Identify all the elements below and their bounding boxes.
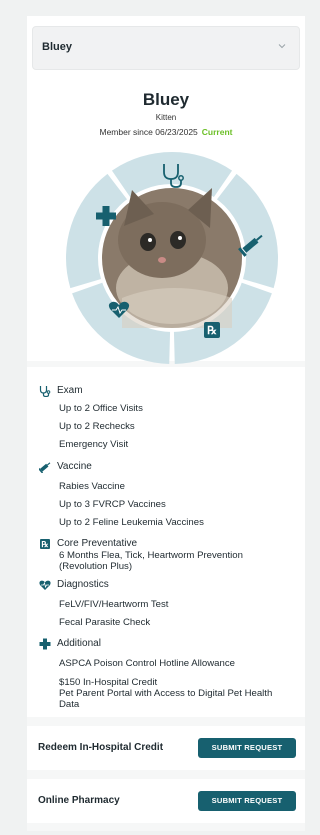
membership-line: Member since 06/23/2025 Current <box>27 127 305 137</box>
cross-icon <box>39 638 51 650</box>
syringe-icon <box>39 462 51 473</box>
benefit-item: 6 Months Flea, Tick, Heartworm Preventio… <box>59 550 243 572</box>
pet-selector-value: Bluey <box>42 41 72 53</box>
benefit-item: Rabies Vaccine <box>59 481 125 492</box>
benefit-group-exam: Exam <box>39 385 83 397</box>
benefit-item: Up to 2 Feline Leukemia Vaccines <box>59 517 204 528</box>
benefit-group-core-preventative: ℞ Core Preventative <box>39 538 137 550</box>
benefit-item: Up to 2 Office Visits <box>59 403 143 414</box>
pet-type: Kitten <box>155 113 177 122</box>
pet-name: Bluey <box>142 90 190 109</box>
online-pharmacy-card: Online Pharmacy SUBMIT REQUEST <box>27 779 305 823</box>
benefit-group-additional: Additional <box>39 638 101 650</box>
benefit-item: FeLV/FIV/Heartworm Test <box>59 599 169 610</box>
benefit-group-title: Core Preventative <box>57 538 138 549</box>
benefit-group-title: Vaccine <box>57 461 92 472</box>
membership-status-badge: Current <box>201 127 233 137</box>
benefit-item: Pet Parent Portal with Access to Digital… <box>59 688 273 710</box>
benefit-item: $150 In-Hospital Credit <box>59 677 158 688</box>
benefit-group-vaccine: Vaccine <box>39 461 92 473</box>
benefit-item: ASPCA Poison Control Hotline Allowance <box>59 658 235 669</box>
pharmacy-submit-request-button[interactable]: SUBMIT REQUEST <box>198 791 296 811</box>
benefit-group-title: Exam <box>57 385 83 396</box>
online-pharmacy-label: Online Pharmacy <box>38 795 120 806</box>
svg-text:℞: ℞ <box>41 540 48 549</box>
benefit-item: Up to 3 FVRCP Vaccines <box>59 499 166 510</box>
pet-card: Bluey Bluey Kitten Member since 06/23/20… <box>27 16 305 364</box>
redeem-submit-request-button[interactable]: SUBMIT REQUEST <box>198 738 296 758</box>
benefit-item: Fecal Parasite Check <box>59 617 151 628</box>
rx-icon: ℞ <box>40 539 50 549</box>
benefit-group-title: Diagnostics <box>57 579 109 590</box>
svg-text:℞: ℞ <box>207 325 217 337</box>
benefit-item: Up to 2 Rechecks <box>59 421 135 432</box>
benefit-group-title: Additional <box>57 638 101 649</box>
benefit-item: Emergency Visit <box>59 439 129 450</box>
chevron-down-icon <box>278 44 286 49</box>
pet-selector-dropdown[interactable]: Bluey <box>32 26 300 70</box>
stethoscope-icon <box>39 386 51 397</box>
rx-icon[interactable]: ℞ <box>204 322 220 338</box>
member-since-text: Member since 06/23/2025 <box>99 127 198 137</box>
redeem-credit-card: Redeem In-Hospital Credit SUBMIT REQUEST <box>27 726 305 770</box>
benefits-list: Exam Up to 2 Office Visits Up to 2 Reche… <box>27 367 305 717</box>
benefit-wheel: ℞ <box>66 152 278 364</box>
redeem-credit-label: Redeem In-Hospital Credit <box>38 742 164 753</box>
heart-pulse-icon <box>39 580 51 590</box>
benefit-group-diagnostics: Diagnostics <box>39 579 109 591</box>
